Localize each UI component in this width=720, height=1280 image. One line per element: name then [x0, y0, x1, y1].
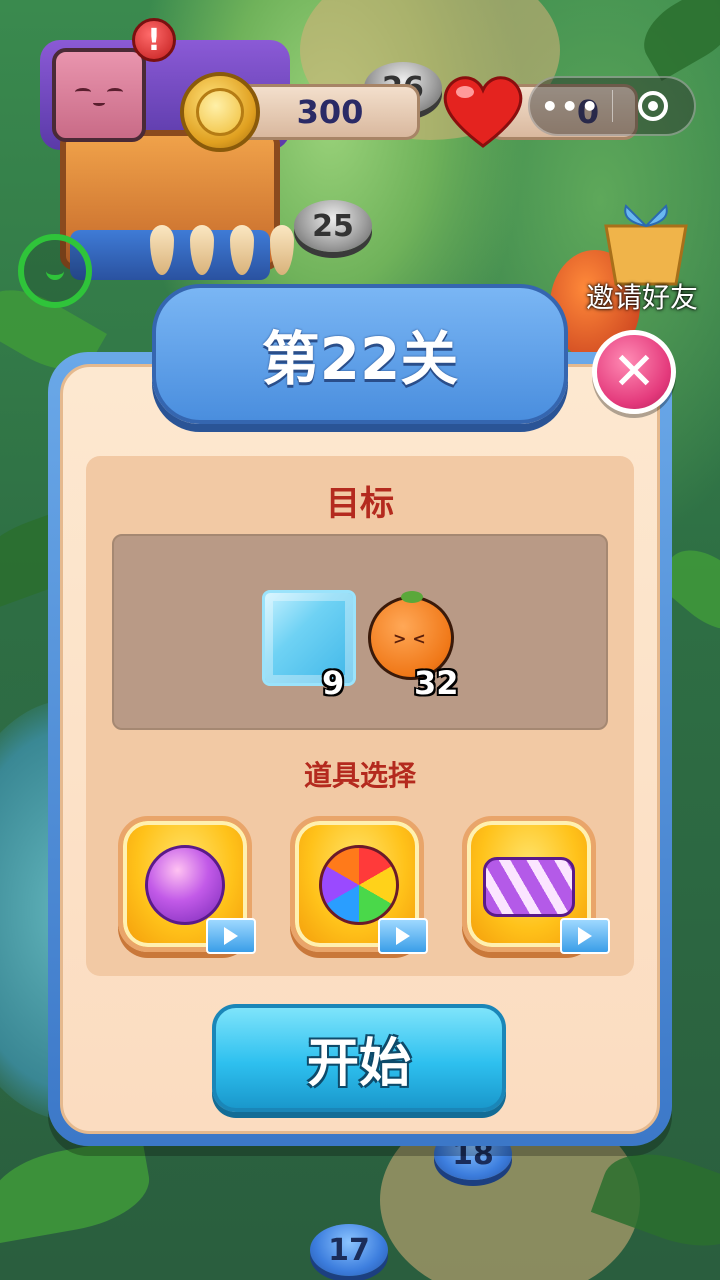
- striped-candy-booster-icon: [483, 857, 575, 917]
- video-ad-icon[interactable]: [206, 918, 256, 954]
- gift-basket-icon[interactable]: [596, 196, 696, 286]
- video-ad-icon[interactable]: [560, 918, 610, 954]
- leaf-decoration: [631, 0, 720, 81]
- close-icon: ✕: [612, 342, 656, 402]
- video-ad-icon[interactable]: [378, 918, 428, 954]
- level-title: 第22关: [261, 325, 459, 393]
- player-avatar[interactable]: [52, 48, 146, 142]
- heart-icon: [443, 76, 523, 148]
- chat-icon[interactable]: [18, 234, 92, 308]
- mini-program-capsule: •••: [528, 76, 696, 136]
- level-title-banner: 第22关: [152, 284, 568, 424]
- goal-box: [112, 534, 608, 730]
- rainbow-ball-booster-icon: [319, 845, 399, 925]
- level-node-17[interactable]: 17: [310, 1224, 388, 1276]
- tools-heading: 道具选择: [303, 759, 416, 792]
- close-button[interactable]: ✕: [592, 330, 676, 414]
- invite-friends-label[interactable]: 邀请好友: [586, 276, 698, 316]
- goal-heading: 目标: [326, 484, 394, 524]
- level-node-25[interactable]: 25: [294, 200, 372, 252]
- coin-icon: [180, 72, 260, 152]
- coin-count: 300: [296, 93, 364, 131]
- more-menu-button[interactable]: •••: [530, 90, 612, 123]
- exit-target-icon[interactable]: [612, 91, 694, 121]
- alert-icon[interactable]: !: [132, 18, 176, 62]
- ice-goal-count: 9: [322, 664, 345, 702]
- leaf-decoration: [0, 1136, 156, 1244]
- orange-goal-count: 32: [414, 664, 459, 702]
- swirl-ball-booster-icon: [145, 845, 225, 925]
- start-button[interactable]: 开始: [212, 1004, 506, 1112]
- start-button-label: 开始: [306, 1033, 411, 1094]
